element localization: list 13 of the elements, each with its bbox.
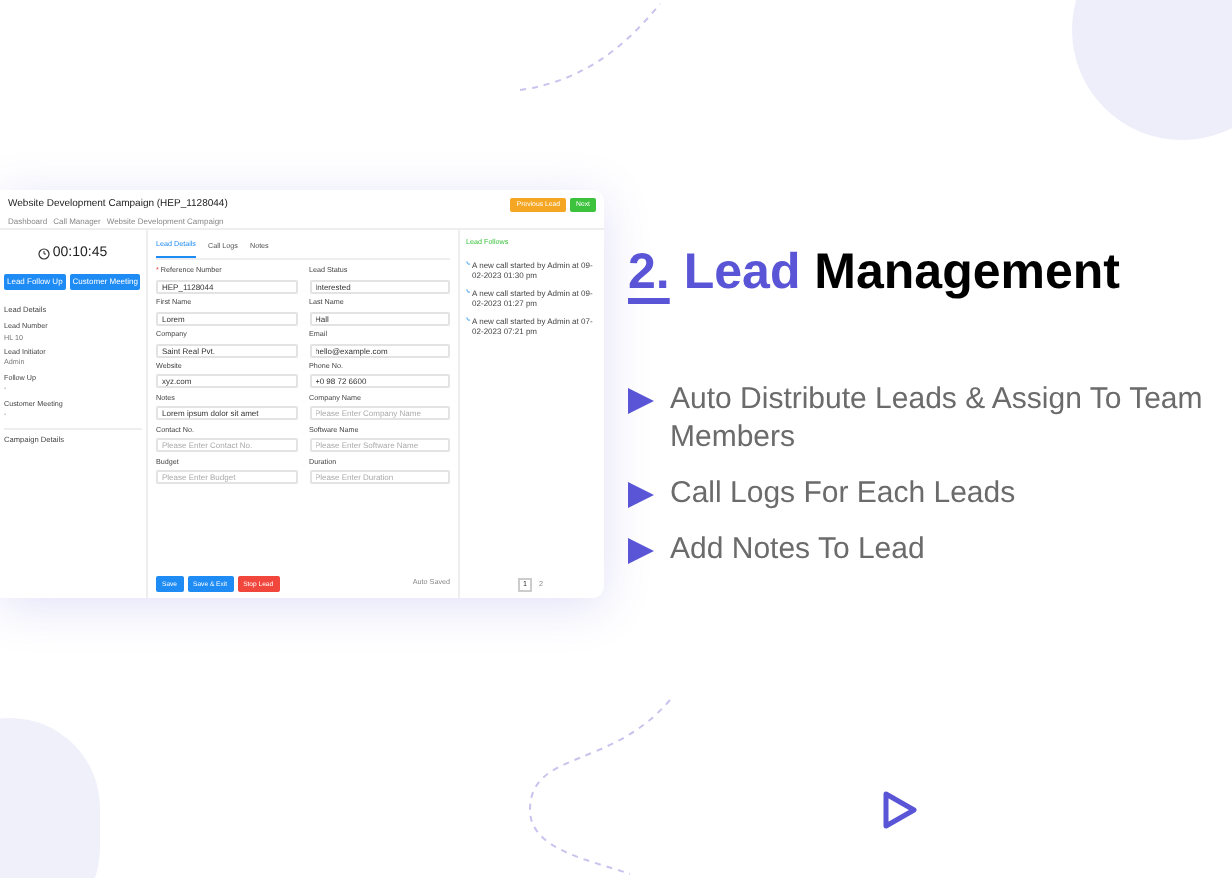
triangle-bullet-icon bbox=[628, 537, 654, 563]
heading-number: 2. bbox=[628, 242, 670, 304]
heading-text: Lead Management bbox=[683, 242, 1120, 304]
feature-text: Call Logs For Each Leads bbox=[670, 473, 1018, 511]
phone-icon bbox=[466, 288, 471, 295]
play-icon bbox=[882, 790, 918, 830]
triangle-bullet-icon bbox=[628, 481, 654, 507]
phone-icon bbox=[466, 260, 471, 267]
feature-text: Auto Distribute Leads & Assign To Team Members bbox=[670, 379, 1205, 455]
feature-text: Add Notes To Lead bbox=[670, 529, 927, 567]
clock-icon bbox=[38, 248, 51, 261]
triangle-bullet-icon bbox=[628, 387, 654, 413]
phone-icon bbox=[466, 316, 471, 323]
